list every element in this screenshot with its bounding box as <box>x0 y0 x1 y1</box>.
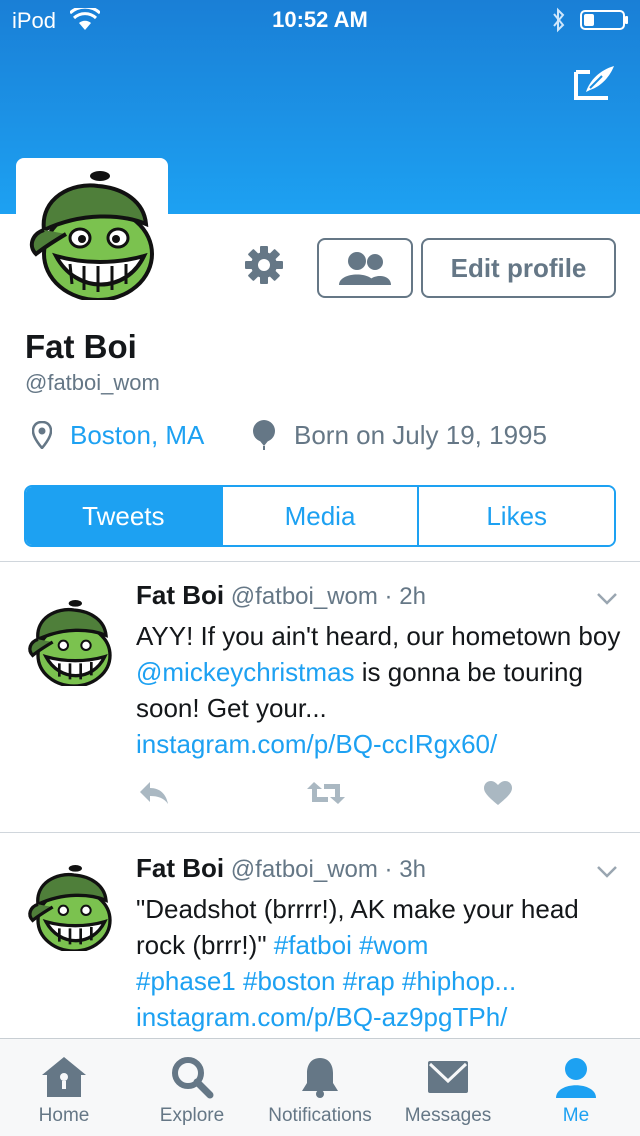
reply-icon[interactable] <box>138 780 170 806</box>
bluetooth-icon <box>553 7 565 33</box>
person-icon <box>556 1058 596 1098</box>
balloon-icon <box>253 420 275 450</box>
profile-tabs: Tweets Media Likes <box>24 485 616 547</box>
tab-label: Home <box>38 1105 90 1126</box>
retweet-icon[interactable] <box>306 780 346 806</box>
chevron-down-icon[interactable] <box>596 865 618 879</box>
tab-tweets[interactable]: Tweets <box>26 487 221 545</box>
tweet-item[interactable]: Fat Boi @fatboi_wom · 3h "Deadshot (brrr… <box>0 853 640 1038</box>
tweet-header: Fat Boi @fatboi_wom · 3h <box>136 853 426 884</box>
tweet-avatar[interactable] <box>26 863 114 951</box>
profile-avatar[interactable] <box>16 158 168 310</box>
heart-icon[interactable] <box>483 780 513 806</box>
profile-name: Fat Boi <box>25 328 137 365</box>
mention-link[interactable]: @mickeychristmas <box>136 657 355 687</box>
birthdate-text: Born on July 19, 1995 <box>294 419 547 450</box>
separator-dot: · <box>384 583 393 610</box>
tweet-author-handle: @fatboi_wom <box>230 856 378 883</box>
tab-me[interactable]: Me <box>526 1039 626 1136</box>
status-bar: iPod 10:52 AM <box>0 0 640 40</box>
profile-location: Boston, MA <box>32 418 204 452</box>
hashtag-links[interactable]: #fatboi #wom <box>274 930 429 960</box>
search-icon <box>172 1057 214 1099</box>
tweet-timestamp: 2h <box>399 583 426 610</box>
tab-messages[interactable]: Messages <box>396 1039 500 1136</box>
edit-profile-button[interactable]: Edit profile <box>421 238 616 298</box>
tab-notifications[interactable]: Notifications <box>255 1039 385 1136</box>
tweet-author-name[interactable]: Fat Boi <box>136 580 224 610</box>
envelope-icon <box>428 1061 468 1093</box>
lists-button[interactable] <box>317 238 413 298</box>
tab-label: Notifications <box>268 1105 372 1126</box>
url-link[interactable]: instagram.com/p/BQ-ccIRgx60/ <box>136 729 497 759</box>
tweet-author-name[interactable]: Fat Boi <box>136 853 224 883</box>
tweet-timestamp: 3h <box>399 856 426 883</box>
tab-likes[interactable]: Likes <box>417 487 614 545</box>
people-icon <box>339 252 391 285</box>
tweet-actions <box>0 780 640 810</box>
url-link[interactable]: instagram.com/p/BQ-az9pgTPh/ <box>136 1002 507 1032</box>
tweet-text-part: AYY! If you ain't heard, our hometown bo… <box>136 621 621 651</box>
bottom-tab-bar: Home Explore Notifications Messages Me <box>0 1038 640 1136</box>
location-link[interactable]: Boston, MA <box>70 420 204 451</box>
profile-birthdate: Born on July 19, 1995 <box>252 418 547 452</box>
bell-icon <box>302 1058 338 1098</box>
clock: 10:52 AM <box>272 7 368 32</box>
tab-label: Me <box>562 1105 590 1126</box>
location-pin-icon <box>32 421 52 449</box>
tab-explore[interactable]: Explore <box>142 1039 242 1136</box>
tweet-text: AYY! If you ain't heard, our hometown bo… <box>136 618 626 762</box>
profile-screen: iPod 10:52 AM Edit profile Fat Boi @fatb… <box>0 0 640 1136</box>
hashtag-links[interactable]: #phase1 #boston #rap #hiphop... <box>136 966 516 996</box>
battery-icon <box>580 10 628 30</box>
settings-gear-icon[interactable] <box>243 244 285 286</box>
tweet-header: Fat Boi @fatboi_wom · 2h <box>136 580 426 611</box>
profile-handle: @fatboi_wom <box>25 370 160 395</box>
divider <box>0 561 640 562</box>
tweet-author-handle: @fatboi_wom <box>230 583 378 610</box>
tab-media[interactable]: Media <box>220 487 418 545</box>
tab-label: Explore <box>159 1105 225 1126</box>
tweet-text: "Deadshot (brrrr!), AK make your head ro… <box>136 891 626 1035</box>
avatar-image <box>29 171 154 300</box>
divider <box>0 832 640 833</box>
tab-home[interactable]: Home <box>14 1039 114 1136</box>
tab-label: Messages <box>404 1105 492 1126</box>
tweet-avatar[interactable] <box>26 598 114 686</box>
separator-dot: · <box>384 856 393 883</box>
chevron-down-icon[interactable] <box>596 592 618 606</box>
tweet-item[interactable]: Fat Boi @fatboi_wom · 2h AYY! If you ain… <box>0 580 640 832</box>
compose-tweet-icon[interactable] <box>572 62 618 104</box>
home-icon <box>42 1057 86 1097</box>
